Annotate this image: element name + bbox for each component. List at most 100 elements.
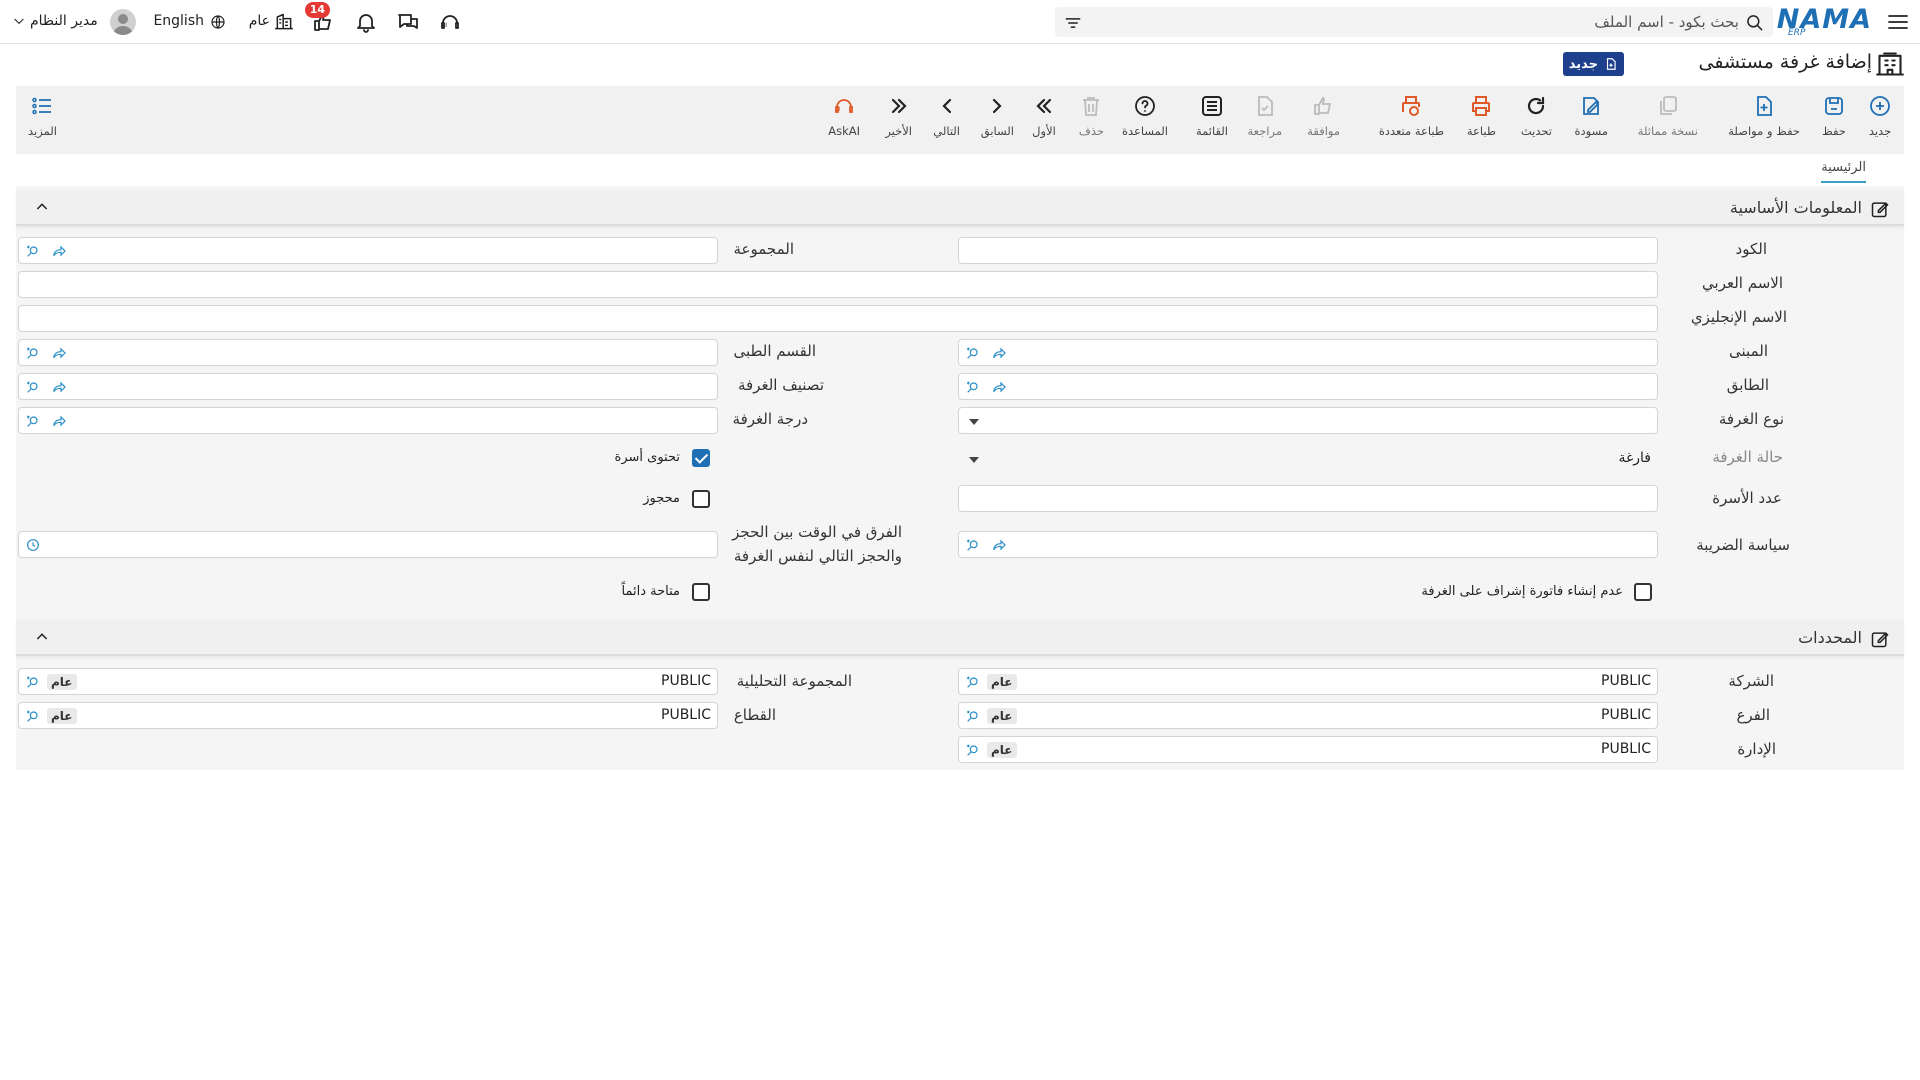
language-switcher[interactable]: English	[153, 7, 226, 37]
save-continue-button[interactable]: حفظ و مواصلة	[1728, 94, 1800, 150]
previous-record-button[interactable]: السابق	[981, 94, 1014, 150]
dropdown-caret-icon	[969, 419, 979, 425]
section-basic-info-header[interactable]: المعلومات الأساسية	[16, 190, 1904, 226]
tab-main[interactable]: الرئيسية	[1821, 160, 1866, 183]
no-invoice-checkbox[interactable]	[1634, 583, 1652, 601]
share-icon[interactable]	[51, 379, 67, 395]
refresh-label: تحديث	[1520, 124, 1552, 138]
code-input[interactable]	[958, 237, 1658, 264]
lookup-search-icon[interactable]	[965, 708, 981, 724]
contains-beds-checkbox[interactable]	[692, 449, 710, 467]
approve-button[interactable]: موافقة	[1307, 94, 1340, 150]
next-record-button[interactable]: التالي	[933, 94, 960, 150]
askai-button[interactable]: AI AskAI	[828, 94, 860, 150]
help-label: المساعدة	[1121, 124, 1168, 138]
branch-lookup[interactable]: PUBLIC عام	[958, 702, 1658, 729]
svg-text:AI: AI	[441, 22, 447, 29]
share-icon[interactable]	[991, 345, 1007, 361]
chevron-up-icon[interactable]	[34, 199, 50, 215]
bell-icon[interactable]	[354, 10, 378, 34]
room-class-lookup[interactable]	[18, 373, 718, 400]
company-lookup[interactable]: PUBLIC عام	[958, 668, 1658, 695]
lookup-search-icon[interactable]	[965, 537, 981, 553]
new-button[interactable]: جديد	[1868, 94, 1892, 150]
approvals-icon[interactable]: 14	[304, 2, 336, 34]
room-class-label: تصنيف الغرفة	[738, 376, 824, 394]
room-status-label: حالة الغرفة	[1712, 448, 1783, 466]
lookup-search-icon[interactable]	[25, 345, 41, 361]
time-diff-input[interactable]	[18, 531, 718, 558]
list-button[interactable]: القائمة	[1196, 94, 1228, 150]
lookup-search-icon[interactable]	[965, 379, 981, 395]
department-lookup[interactable]: PUBLIC عام	[958, 736, 1658, 763]
tax-policy-lookup[interactable]	[958, 531, 1658, 558]
action-toolbar: جديد حفظ حفظ و مواصلة نسخة مماثلة مسودة …	[16, 86, 1904, 154]
delete-button[interactable]: حذف	[1079, 94, 1104, 150]
always-available-checkbox[interactable]	[692, 583, 710, 601]
lookup-search-icon[interactable]	[25, 674, 41, 690]
global-search[interactable]: بحث بكود - اسم الملف	[1055, 7, 1773, 37]
duplicate-button[interactable]: نسخة مماثلة	[1638, 94, 1698, 150]
arabic-name-label: الاسم العربي	[1702, 274, 1783, 292]
contains-beds-label: تحتوى أسرة	[614, 450, 680, 465]
reserved-checkbox[interactable]	[692, 490, 710, 508]
chat-icon[interactable]	[396, 10, 420, 34]
hamburger-menu-icon[interactable]	[1886, 10, 1910, 34]
entity-selector[interactable]: عام	[246, 7, 294, 37]
share-icon[interactable]	[991, 379, 1007, 395]
draft-button[interactable]: مسودة	[1574, 94, 1608, 150]
group-lookup[interactable]	[18, 237, 718, 264]
share-icon[interactable]	[991, 537, 1007, 553]
share-icon[interactable]	[51, 413, 67, 429]
multi-print-button[interactable]: طباعة متعددة	[1379, 94, 1444, 150]
building-lookup[interactable]	[958, 339, 1658, 366]
lookup-search-icon[interactable]	[25, 243, 41, 259]
clock-icon[interactable]	[25, 537, 41, 553]
sector-lookup[interactable]: PUBLIC عام	[18, 702, 718, 729]
lookup-search-icon[interactable]	[25, 413, 41, 429]
review-button[interactable]: مراجعة	[1247, 94, 1282, 150]
print-button[interactable]: طباعة	[1467, 94, 1496, 150]
help-button[interactable]: المساعدة	[1122, 94, 1168, 150]
chevron-up-icon[interactable]	[34, 629, 50, 645]
app-logo[interactable]: NAMA ERP	[1777, 4, 1872, 40]
ai-assistant-icon[interactable]: AI	[438, 10, 462, 34]
medical-dept-lookup[interactable]	[18, 339, 718, 366]
user-menu[interactable]: مدير النظام	[12, 7, 136, 37]
lookup-search-icon[interactable]	[965, 742, 981, 758]
room-grade-lookup[interactable]	[18, 407, 718, 434]
floor-lookup[interactable]	[958, 373, 1658, 400]
lookup-search-icon[interactable]	[25, 379, 41, 395]
beds-count-input[interactable]	[958, 485, 1658, 512]
save-button[interactable]: حفظ	[1822, 94, 1846, 150]
lookup-search-icon[interactable]	[965, 345, 981, 361]
room-type-select[interactable]	[958, 407, 1658, 434]
first-record-button[interactable]: الأول	[1032, 94, 1056, 150]
refresh-button[interactable]: تحديث	[1521, 94, 1552, 150]
company-label: الشركة	[1728, 672, 1774, 690]
top-bar: NAMA ERP بحث بكود - اسم الملف AI 14 عام …	[0, 0, 1920, 44]
more-button[interactable]: المزيد	[28, 94, 57, 150]
room-status-select[interactable]: فارغة	[958, 445, 1658, 472]
lookup-search-icon[interactable]	[965, 674, 981, 690]
company-value: PUBLIC	[1601, 673, 1651, 689]
review-label: مراجعة	[1247, 124, 1282, 138]
chevron-down-icon	[12, 14, 26, 28]
english-name-input[interactable]	[18, 305, 1658, 332]
share-icon[interactable]	[51, 243, 67, 259]
branch-label: الفرع	[1736, 706, 1770, 724]
analytic-group-label: المجموعة التحليلية	[736, 672, 852, 690]
lookup-search-icon[interactable]	[25, 708, 41, 724]
section-dimensions-header[interactable]: المحددات	[16, 620, 1904, 656]
general-tag: عام	[987, 708, 1017, 724]
share-icon[interactable]	[51, 345, 67, 361]
building-icon	[274, 12, 294, 32]
analytic-group-lookup[interactable]: PUBLIC عام	[18, 668, 718, 695]
time-diff-label-line2: والحجز التالي لنفس الغرفة	[733, 547, 902, 565]
search-placeholder: بحث بكود - اسم الملف	[1594, 13, 1739, 31]
filter-icon[interactable]	[1063, 13, 1083, 33]
last-label: الأخير	[885, 124, 912, 138]
analytic-group-value: PUBLIC	[661, 673, 711, 689]
last-record-button[interactable]: الأخير	[885, 94, 912, 150]
arabic-name-input[interactable]	[18, 271, 1658, 298]
